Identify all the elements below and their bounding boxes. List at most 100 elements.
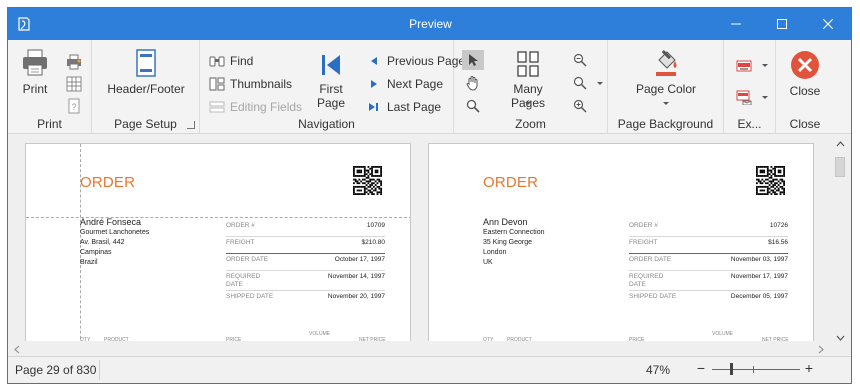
country: UK (483, 259, 493, 266)
navigation-group: Find Thumbnails Editing Fields First Pag… (200, 40, 465, 134)
export-dropdown-icon[interactable] (762, 64, 768, 67)
page-setup-caption: Page Setup (114, 117, 177, 131)
previous-page-button[interactable]: Previous Page (366, 52, 465, 70)
page-color-button[interactable]: Page Color (630, 50, 702, 105)
options-button[interactable] (63, 74, 85, 94)
page-indicator: Page 29 of 830 (15, 363, 97, 377)
zoom-icon (573, 76, 587, 90)
qr-code-icon (353, 166, 382, 195)
editing-fields-button[interactable]: Editing Fields (209, 98, 302, 116)
zoom-slider-thumb[interactable] (729, 363, 733, 375)
first-page-button[interactable]: First Page (314, 52, 348, 110)
close-icon (823, 19, 833, 29)
order-date-value: November 03, 1997 (730, 256, 788, 263)
zoom-group: Many Pages Zoom (454, 40, 608, 134)
last-page-button[interactable]: Last Page (366, 98, 441, 116)
close-preview-button[interactable]: Close (786, 50, 824, 98)
editing-fields-label: Editing Fields (230, 100, 303, 114)
zoom-out-button[interactable] (569, 50, 591, 70)
zoom-caption: Zoom (515, 117, 546, 131)
paint-bucket-icon (656, 50, 677, 76)
grid-options-icon (66, 76, 82, 92)
page-setup-launcher-icon[interactable] (187, 121, 195, 129)
many-pages-icon (517, 51, 539, 77)
document-page: ORDER André Fonseca Gourmet Lanchonetes … (25, 143, 411, 356)
close-group: Close Close (776, 40, 834, 134)
required-date-label: REQUIRED (226, 273, 261, 280)
customer-name: André Fonseca (80, 217, 142, 227)
thumbnails-button[interactable]: Thumbnails (209, 75, 292, 93)
company-name: Eastern Connection (483, 229, 545, 236)
close-caption: Close (789, 117, 821, 131)
zoom-in-button[interactable] (569, 96, 591, 116)
printer-icon (23, 49, 47, 76)
page-color-dropdown-icon (663, 102, 669, 105)
first-page-label-2: Page (316, 96, 346, 110)
street: 35 King George (483, 239, 533, 246)
document-preview-area[interactable]: ORDER André Fonseca Gourmet Lanchonetes … (8, 135, 851, 356)
scroll-down-icon[interactable] (836, 335, 845, 341)
quick-print-icon (67, 54, 81, 70)
parameters-icon: ? (68, 98, 80, 114)
scroll-right-icon[interactable] (818, 345, 824, 354)
first-page-label-1: First (319, 82, 343, 96)
freight-value: $210.80 (361, 239, 386, 246)
horizontal-scrollbar[interactable] (8, 341, 828, 356)
freight-value: $16.56 (768, 239, 788, 246)
print-button[interactable]: Print (16, 48, 54, 96)
header-footer-button[interactable]: Header/Footer (106, 48, 186, 96)
scroll-up-icon[interactable] (836, 141, 845, 147)
many-pages-button[interactable]: Many Pages (496, 50, 560, 110)
close-window-button[interactable] (805, 8, 851, 40)
quick-print-button[interactable] (63, 52, 85, 72)
scroll-left-icon[interactable] (14, 345, 20, 354)
required-date-value: November 14, 1997 (327, 273, 385, 280)
status-divider (99, 360, 100, 380)
zoom-minus-button[interactable]: − (694, 361, 708, 377)
export-caption: Ex... (737, 117, 762, 131)
zoom-button[interactable] (569, 73, 591, 93)
find-button[interactable]: Find (209, 52, 253, 70)
zoom-slider-track[interactable] (712, 369, 800, 370)
hand-tool-button[interactable] (462, 73, 484, 93)
parameters-button[interactable]: ? (63, 96, 85, 116)
vertical-scrollbar[interactable] (828, 135, 851, 356)
hand-icon (466, 76, 478, 91)
freight-label: FREIGHT (226, 239, 255, 246)
maximize-button[interactable] (759, 8, 805, 40)
pointer-tool-button[interactable] (462, 50, 484, 70)
page-setup-group: Header/Footer Page Setup (92, 40, 200, 134)
send-button[interactable] (733, 87, 755, 107)
page-background-caption: Page Background (617, 117, 714, 131)
title-bar: Preview (8, 8, 851, 40)
thumbnails-label: Thumbnails (230, 77, 293, 91)
margin-guide (410, 144, 411, 356)
minimize-button[interactable] (713, 8, 759, 40)
many-pages-label: Many Pages (510, 82, 546, 110)
export-button[interactable] (733, 56, 755, 76)
zoom-plus-button[interactable]: + (802, 361, 816, 377)
header-footer-label: Header/Footer (107, 82, 185, 96)
required-date-label: DATE (226, 281, 243, 288)
customer-address: Ann Devon Eastern Connection 35 King Geo… (483, 217, 544, 268)
svg-text:?: ? (71, 102, 76, 112)
zoom-slider-center-mark (753, 366, 754, 373)
zoom-level[interactable]: 47% (646, 363, 670, 377)
column-header-volume: VOLUME (712, 331, 734, 337)
magnifier-tool-button[interactable] (462, 96, 484, 116)
navigation-caption: Navigation (298, 117, 355, 131)
shipped-date-label: SHIPPED DATE (226, 293, 274, 300)
close-label: Close (789, 84, 821, 98)
export-group: Ex... (724, 40, 776, 134)
magnifier-icon (466, 99, 480, 113)
document-page: ORDER Ann Devon Eastern Connection 35 Ki… (428, 143, 814, 356)
company-name: Gourmet Lanchonetes (80, 229, 150, 236)
column-header-volume: VOLUME (309, 331, 331, 337)
next-page-button[interactable]: Next Page (366, 75, 443, 93)
close-circle-icon (791, 51, 819, 79)
required-date-label: DATE (629, 281, 646, 288)
export-pdf-icon (736, 60, 752, 72)
zoom-dropdown-icon[interactable] (597, 82, 603, 85)
vertical-scroll-thumb[interactable] (835, 157, 845, 177)
send-dropdown-icon[interactable] (762, 96, 768, 99)
